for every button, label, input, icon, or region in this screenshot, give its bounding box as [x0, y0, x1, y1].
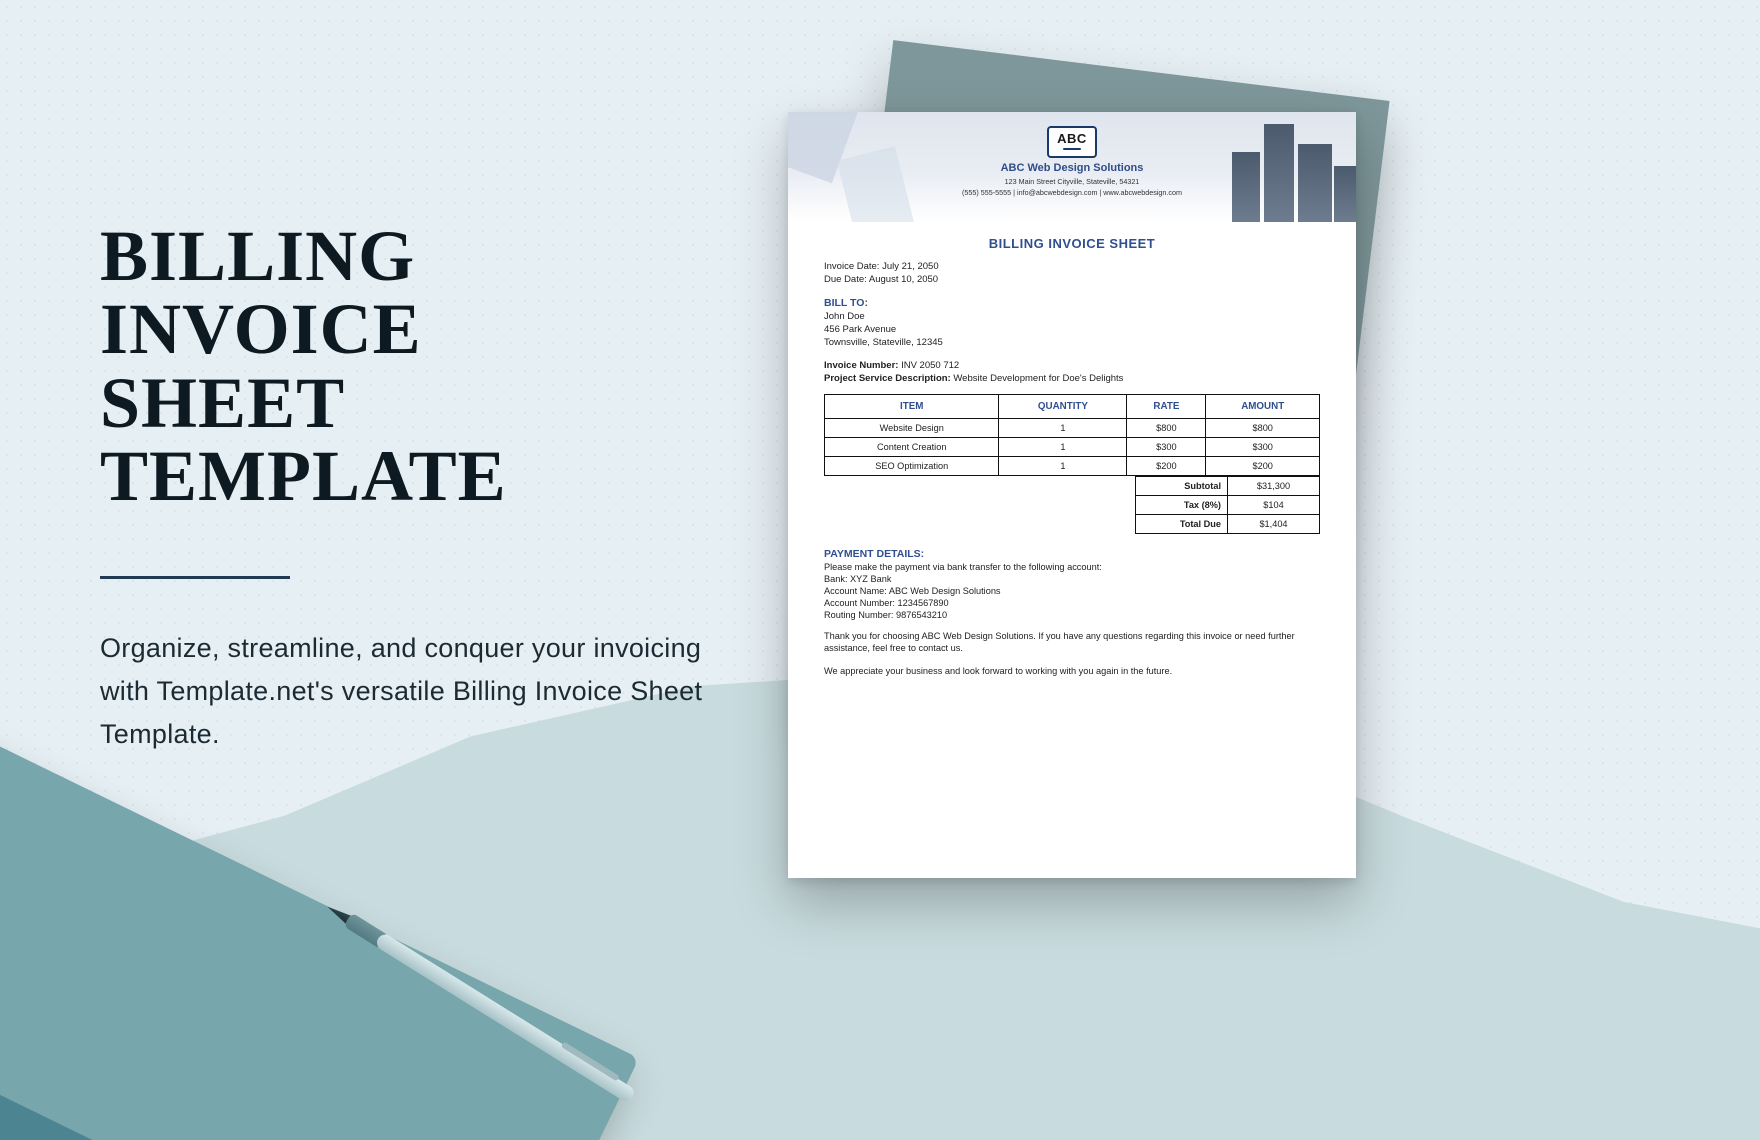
invoice-number-value: INV 2050 712 [901, 360, 959, 371]
invoice-number-line: Invoice Number: INV 2050 712 [824, 360, 1320, 371]
cell-rate: $800 [1127, 419, 1206, 438]
col-item: ITEM [825, 395, 999, 419]
tax-value: $104 [1228, 496, 1320, 515]
invoice-number-label: Invoice Number: [824, 360, 901, 371]
project-value: Website Development for Doe's Delights [953, 373, 1123, 384]
bill-to-street: 456 Park Avenue [824, 324, 1320, 335]
total-value: $1,404 [1228, 515, 1320, 534]
invoice-document: ABC ABC Web Design Solutions 123 Main St… [788, 112, 1356, 878]
due-date-line: Due Date: August 10, 2050 [824, 274, 1320, 285]
due-date-value: August 10, 2050 [869, 274, 938, 285]
totals-table: Subtotal $31,300 Tax (8%) $104 Total Due… [824, 476, 1320, 534]
payment-routing: Routing Number: 9876543210 [824, 610, 1320, 620]
company-logo: ABC [1047, 126, 1097, 158]
cell-rate: $300 [1127, 438, 1206, 457]
cell-item: Website Design [825, 419, 999, 438]
project-line: Project Service Description: Website Dev… [824, 373, 1320, 384]
invoice-date-line: Invoice Date: July 21, 2050 [824, 261, 1320, 272]
subtotal-value: $31,300 [1228, 477, 1320, 496]
total-row: Total Due $1,404 [824, 515, 1320, 534]
logo-text: ABC [1057, 131, 1087, 146]
bill-to-label: BILL TO: [824, 297, 1320, 309]
promo-title-line2: SHEET TEMPLATE [100, 363, 507, 516]
total-label: Total Due [1136, 515, 1228, 534]
subtotal-label: Subtotal [1136, 477, 1228, 496]
cell-amount: $800 [1206, 419, 1320, 438]
table-row: Content Creation 1 $300 $300 [825, 438, 1320, 457]
bill-to-city: Townsville, Stateville, 12345 [824, 337, 1320, 348]
payment-details-label: PAYMENT DETAILS: [824, 548, 1320, 560]
sheet-title: BILLING INVOICE SHEET [824, 236, 1320, 251]
cell-amount: $300 [1206, 438, 1320, 457]
thankyou-paragraph: Thank you for choosing ABC Web Design So… [824, 630, 1320, 655]
promo-title-line1: BILLING INVOICE [100, 216, 422, 369]
tax-label: Tax (8%) [1136, 496, 1228, 515]
promo-title: BILLING INVOICE SHEET TEMPLATE [100, 220, 740, 514]
col-quantity: QUANTITY [999, 395, 1127, 419]
cell-rate: $200 [1127, 457, 1206, 476]
table-row: SEO Optimization 1 $200 $200 [825, 457, 1320, 476]
cell-qty: 1 [999, 438, 1127, 457]
cell-item: Content Creation [825, 438, 999, 457]
cell-qty: 1 [999, 419, 1127, 438]
tax-row: Tax (8%) $104 [824, 496, 1320, 515]
cell-item: SEO Optimization [825, 457, 999, 476]
cell-amount: $200 [1206, 457, 1320, 476]
invoice-date-label: Invoice Date: [824, 261, 882, 272]
company-name: ABC Web Design Solutions [788, 162, 1356, 174]
closing-paragraph: We appreciate your business and look for… [824, 665, 1320, 677]
company-address: 123 Main Street Cityville, Stateville, 5… [788, 177, 1356, 186]
letterhead: ABC ABC Web Design Solutions 123 Main St… [788, 112, 1356, 222]
payment-account-number: Account Number: 1234567890 [824, 598, 1320, 608]
promo-block: BILLING INVOICE SHEET TEMPLATE Organize,… [100, 220, 740, 756]
col-rate: RATE [1127, 395, 1206, 419]
bill-to-name: John Doe [824, 311, 1320, 322]
payment-instruction: Please make the payment via bank transfe… [824, 562, 1320, 572]
due-date-label: Due Date: [824, 274, 869, 285]
promo-divider [100, 576, 290, 579]
col-amount: AMOUNT [1206, 395, 1320, 419]
payment-bank: Bank: XYZ Bank [824, 574, 1320, 584]
payment-account-name: Account Name: ABC Web Design Solutions [824, 586, 1320, 596]
table-header-row: ITEM QUANTITY RATE AMOUNT [825, 395, 1320, 419]
project-label: Project Service Description: [824, 373, 953, 384]
document-body: BILLING INVOICE SHEET Invoice Date: July… [788, 222, 1356, 693]
cell-qty: 1 [999, 457, 1127, 476]
subtotal-row: Subtotal $31,300 [824, 477, 1320, 496]
items-table: ITEM QUANTITY RATE AMOUNT Website Design… [824, 394, 1320, 476]
table-row: Website Design 1 $800 $800 [825, 419, 1320, 438]
promo-description: Organize, streamline, and conquer your i… [100, 627, 740, 757]
company-contact: (555) 555-5555 | info@abcwebdesign.com |… [788, 188, 1356, 197]
invoice-date-value: July 21, 2050 [882, 261, 939, 272]
